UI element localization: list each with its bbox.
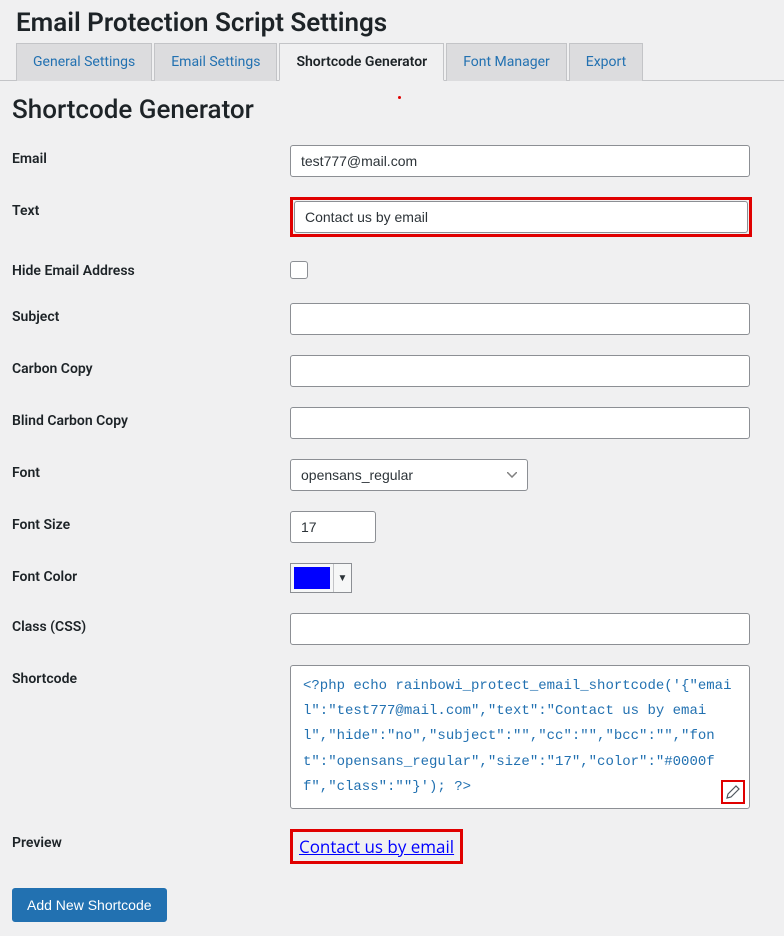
font-size-label: Font Size <box>12 511 290 533</box>
shortcode-text: <?php echo rainbowi_protect_email_shortc… <box>303 678 731 795</box>
font-select[interactable]: opensans_regular <box>290 459 528 491</box>
css-class-input[interactable] <box>290 613 750 645</box>
add-shortcode-button[interactable]: Add New Shortcode <box>12 888 167 922</box>
hide-label: Hide Email Address <box>12 257 290 279</box>
chevron-down-icon: ▼ <box>333 564 351 592</box>
text-input[interactable] <box>294 201 748 233</box>
section-title: Shortcode Generator <box>0 81 784 135</box>
font-color-picker[interactable]: ▼ <box>290 563 352 593</box>
tab-shortcode-generator[interactable]: Shortcode Generator <box>279 43 444 81</box>
tab-export[interactable]: Export <box>569 43 643 81</box>
shortcode-label: Shortcode <box>12 665 290 687</box>
email-input[interactable] <box>290 145 750 177</box>
font-size-input[interactable] <box>290 511 376 543</box>
cc-input[interactable] <box>290 355 750 387</box>
cc-label: Carbon Copy <box>12 355 290 377</box>
page-title: Email Protection Script Settings <box>0 0 784 42</box>
preview-link[interactable]: Contact us by email <box>299 835 454 858</box>
tab-email-settings[interactable]: Email Settings <box>154 43 277 81</box>
email-label: Email <box>12 145 290 167</box>
font-label: Font <box>12 459 290 481</box>
tab-font-manager[interactable]: Font Manager <box>446 43 567 81</box>
color-swatch <box>294 567 330 589</box>
text-highlight <box>290 197 752 237</box>
edit-highlight <box>721 780 745 804</box>
subject-input[interactable] <box>290 303 750 335</box>
tab-general-settings[interactable]: General Settings <box>16 43 152 81</box>
bcc-label: Blind Carbon Copy <box>12 407 290 429</box>
font-color-label: Font Color <box>12 563 290 585</box>
shortcode-form: Email Text Hide Email Address Subject Ca… <box>0 135 784 874</box>
text-label: Text <box>12 197 290 219</box>
hide-checkbox[interactable] <box>290 261 308 279</box>
bcc-input[interactable] <box>290 407 750 439</box>
subject-label: Subject <box>12 303 290 325</box>
marker-dot <box>398 96 401 99</box>
shortcode-output[interactable]: <?php echo rainbowi_protect_email_shortc… <box>290 665 750 809</box>
css-class-label: Class (CSS) <box>12 613 290 635</box>
tab-bar: General Settings Email Settings Shortcod… <box>0 42 784 81</box>
preview-label: Preview <box>12 829 290 851</box>
preview-highlight: Contact us by email <box>290 829 463 864</box>
pencil-icon[interactable] <box>725 784 741 800</box>
